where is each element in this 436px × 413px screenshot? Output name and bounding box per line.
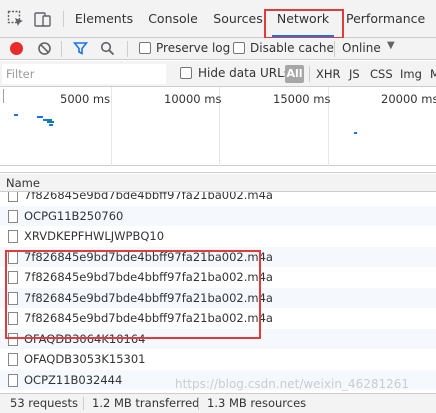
request-row[interactable]: 7f826845e9bd7bde4bbff97fa21ba002.m4a	[0, 192, 436, 206]
request-name: OFAQDB3053K15301	[24, 352, 146, 366]
chevron-down-icon[interactable]: ▼	[387, 40, 395, 51]
request-row[interactable]: XRVDKEPFHWLJWPBQ10	[0, 226, 436, 247]
filter-type-xhr[interactable]: XHR	[316, 67, 341, 81]
resources-size: 1.3 MB resources	[207, 396, 307, 410]
overview-request-bar	[3, 89, 4, 103]
file-icon	[8, 192, 18, 202]
network-overview-timeline[interactable]: 5000 ms 10000 ms 15000 ms 20000 ms	[0, 87, 436, 166]
request-row[interactable]: OFAQDB3053K15301	[0, 349, 436, 370]
tab-console[interactable]: Console	[144, 0, 202, 38]
tab-sources[interactable]: Sources	[211, 0, 265, 38]
filter-type-media[interactable]: M	[430, 67, 436, 81]
preserve-log-checkbox[interactable]	[139, 42, 151, 54]
file-icon	[8, 209, 18, 223]
overview-gridline	[111, 87, 112, 166]
filter-input[interactable]	[2, 64, 166, 84]
network-tab-highlight	[264, 9, 344, 39]
network-toolbar: Preserve log Disable cache Online ▼	[0, 38, 436, 60]
request-name: OCPG11B250760	[24, 208, 124, 223]
request-count: 53 requests	[10, 396, 78, 410]
overview-tick-label: 5000 ms	[60, 92, 111, 106]
tab-elements[interactable]: Elements	[74, 0, 134, 38]
record-button[interactable]	[10, 42, 23, 55]
disable-cache-checkbox[interactable]	[233, 42, 245, 54]
toolbar-divider	[63, 11, 64, 27]
watermark: https://blog.csdn.net/weixin_46281261	[175, 377, 410, 391]
overview-request-bar	[47, 121, 54, 123]
status-divider	[198, 397, 199, 410]
devtools-tab-bar: Elements Console Sources Network Perform…	[0, 0, 436, 39]
toolbar-divider	[127, 41, 128, 57]
filter-type-all[interactable]: All	[285, 65, 304, 83]
toolbar-divider	[309, 66, 310, 82]
clear-icon[interactable]	[37, 41, 52, 59]
overview-tick-label: 10000 ms	[164, 92, 222, 106]
filter-icon[interactable]	[72, 41, 89, 59]
filter-bar: Hide data URLs All XHR JS CSS Img M	[0, 61, 436, 87]
device-toolbar-icon[interactable]	[34, 10, 52, 28]
request-name: OCPZ11B032444	[24, 372, 123, 387]
request-row[interactable]: OCPG11B250760	[0, 205, 436, 226]
m4a-rows-highlight	[5, 250, 261, 339]
filter-type-css[interactable]: CSS	[370, 67, 393, 81]
network-status-bar: 53 requests 1.2 MB transferred 1.3 MB re…	[0, 393, 436, 413]
search-icon[interactable]	[100, 41, 115, 59]
hide-data-urls-checkbox[interactable]	[180, 67, 192, 79]
filter-type-img[interactable]: Img	[400, 67, 422, 81]
overview-divider	[0, 167, 436, 173]
disable-cache-label: Disable cache	[250, 41, 334, 55]
inspect-element-icon[interactable]	[7, 10, 25, 28]
request-name: XRVDKEPFHWLJWPBQ10	[24, 229, 165, 243]
transferred-size: 1.2 MB transferred	[92, 396, 200, 410]
toolbar-divider	[61, 41, 62, 57]
name-column-header[interactable]: Name	[0, 174, 436, 192]
file-icon	[8, 230, 18, 243]
overview-tick-label: 20000 ms	[381, 92, 436, 106]
filter-type-js[interactable]: JS	[349, 67, 360, 81]
overview-request-bar	[49, 124, 53, 126]
overview-request-bar	[14, 114, 18, 116]
file-icon	[8, 373, 18, 387]
toolbar-divider	[334, 41, 335, 57]
hide-data-urls-label: Hide data URLs	[198, 66, 291, 80]
overview-request-bar	[37, 116, 43, 118]
preserve-log-label: Preserve log	[156, 41, 231, 55]
throttling-select[interactable]: Online	[342, 41, 381, 55]
overview-tick-label: 15000 ms	[273, 92, 331, 106]
tab-performance[interactable]: Performance	[346, 0, 425, 38]
request-name: 7f826845e9bd7bde4bbff97fa21ba002.m4a	[24, 192, 273, 202]
file-icon	[8, 353, 18, 366]
status-divider	[83, 397, 84, 410]
overview-request-bar	[354, 132, 357, 134]
